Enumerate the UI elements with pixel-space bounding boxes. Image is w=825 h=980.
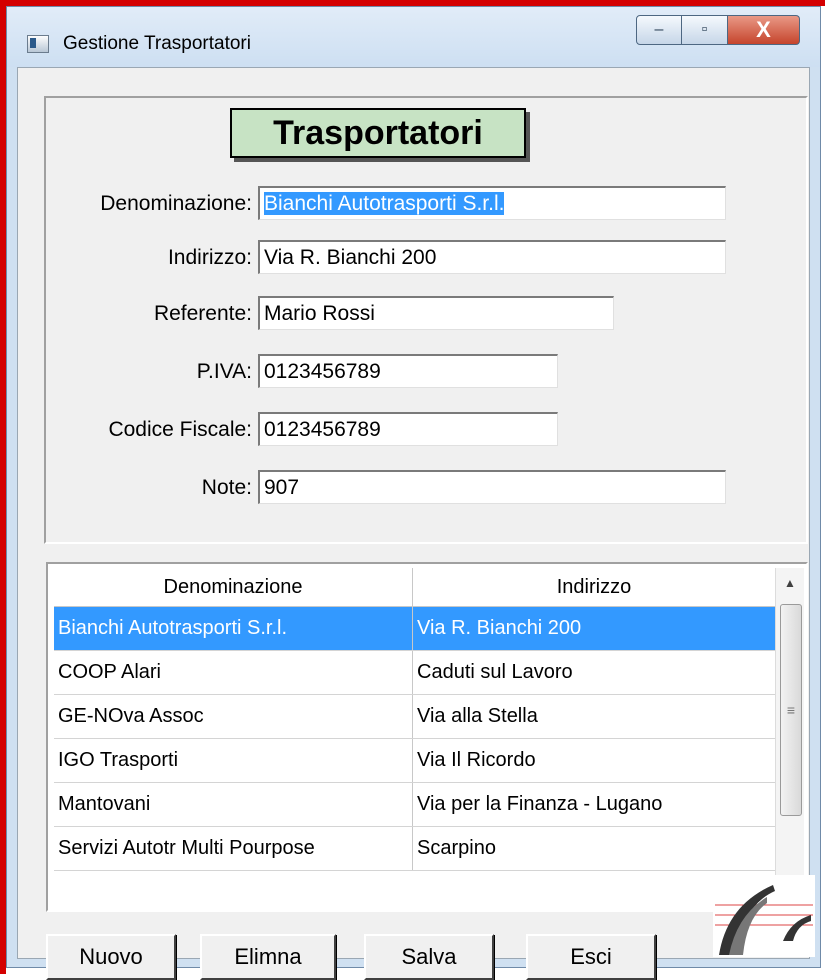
piva-field[interactable]: 0123456789 [258,354,558,388]
form-title: Trasportatori [230,108,526,158]
cell-denominazione: GE-NOva Assoc [54,694,413,739]
piva-label: P.IVA: [196,360,252,383]
elimina-button[interactable]: Elimna [200,934,336,980]
indirizzo-label: Indirizzo: [167,246,252,269]
cell-denominazione: COOP Alari [54,650,413,695]
table-row[interactable]: GE-NOva Assoc Via alla Stella [54,694,776,739]
note-label: Note: [201,476,252,499]
company-logo [713,875,815,957]
transporters-list[interactable]: Denominazione Indirizzo Bianchi Autotras… [46,562,808,912]
codice-fiscale-label: Codice Fiscale: [108,418,252,441]
vertical-scrollbar[interactable]: ▲ ≡ ▼ [775,568,804,900]
cell-indirizzo: Via Il Ricordo [412,738,776,783]
cell-denominazione: Bianchi Autotrasporti S.r.l. [54,606,413,651]
nuovo-button[interactable]: Nuovo [46,934,176,980]
grip-icon: ≡ [786,702,796,718]
table-row[interactable]: IGO Trasporti Via Il Ricordo [54,738,776,783]
esci-button[interactable]: Esci [526,934,656,980]
title-bar[interactable]: Gestione Trasportatori – ▫ X [7,7,820,67]
cell-denominazione: Mantovani [54,782,413,827]
salva-button[interactable]: Salva [364,934,494,980]
client-area: Trasportatori Denominazione: Bianchi Aut… [17,67,810,980]
denominazione-value: Bianchi Autotrasporti S.r.l. [264,192,505,215]
denominazione-field[interactable]: Bianchi Autotrasporti S.r.l. [258,186,726,220]
close-button[interactable]: X [728,15,800,45]
cell-indirizzo: Via alla Stella [412,694,776,739]
app-window: Gestione Trasportatori – ▫ X Trasportato… [6,6,821,980]
note-field[interactable]: 907 [258,470,726,504]
column-header-indirizzo[interactable]: Indirizzo [412,568,776,607]
table-header-row: Denominazione Indirizzo [54,568,776,607]
scroll-up-arrow-icon[interactable]: ▲ [776,568,804,598]
cell-indirizzo: Scarpino [412,826,776,871]
scroll-thumb[interactable]: ≡ [780,604,802,816]
cell-denominazione: Servizi Autotr Multi Pourpose [54,826,413,871]
cell-denominazione: IGO Trasporti [54,738,413,783]
maximize-button[interactable]: ▫ [682,15,728,45]
transporters-table: Denominazione Indirizzo Bianchi Autotras… [54,568,776,871]
referente-field[interactable]: Mario Rossi [258,296,614,330]
table-row[interactable]: Mantovani Via per la Finanza - Lugano [54,782,776,827]
cell-indirizzo: Via per la Finanza - Lugano [412,782,776,827]
codice-fiscale-field[interactable]: 0123456789 [258,412,558,446]
table-row[interactable]: Servizi Autotr Multi Pourpose Scarpino [54,826,776,871]
denominazione-label: Denominazione: [100,192,252,215]
column-header-denominazione[interactable]: Denominazione [54,568,413,607]
window-app-icon[interactable] [27,35,49,53]
close-icon: X [756,17,771,42]
table-row[interactable]: COOP Alari Caduti sul Lavoro [54,650,776,695]
table-row[interactable]: Bianchi Autotrasporti S.r.l. Via R. Bian… [54,606,776,651]
window-title: Gestione Trasportatori [63,33,251,54]
indirizzo-field[interactable]: Via R. Bianchi 200 [258,240,726,274]
minimize-icon: – [654,21,664,38]
minimize-button[interactable]: – [636,15,682,45]
referente-label: Referente: [153,302,252,325]
maximize-icon: ▫ [701,21,708,38]
cell-indirizzo: Caduti sul Lavoro [412,650,776,695]
cell-indirizzo: Via R. Bianchi 200 [412,606,776,651]
